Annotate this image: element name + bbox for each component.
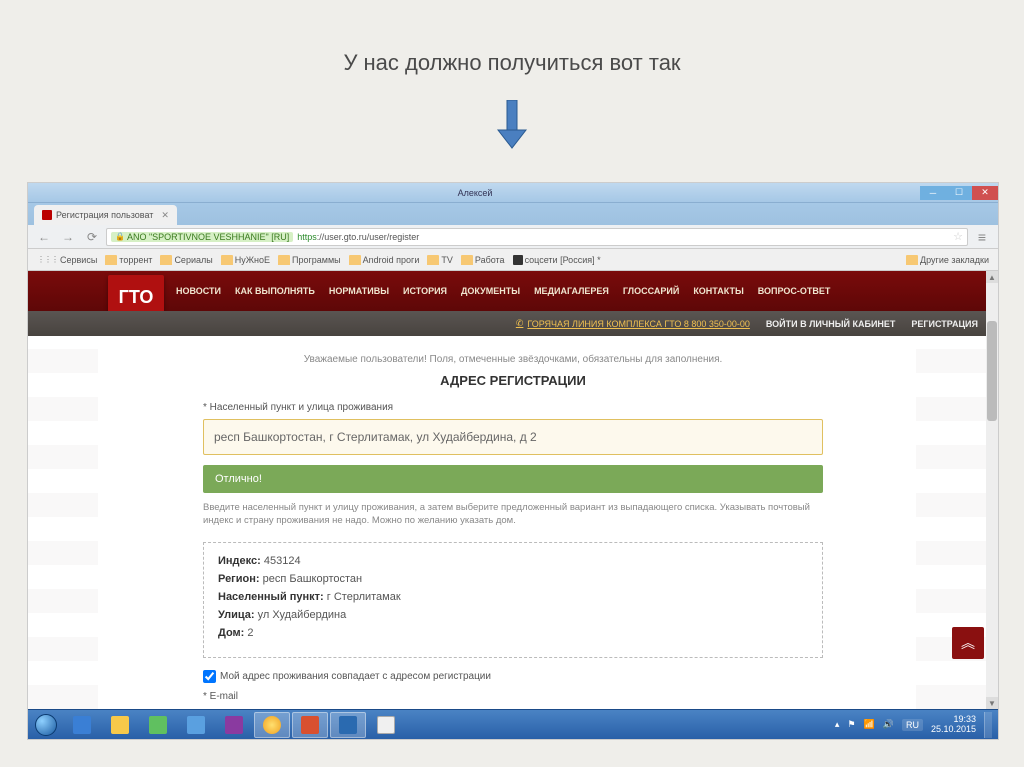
folder-icon — [461, 255, 473, 265]
folder-icon — [221, 255, 233, 265]
address-details: Индекс: 453124 Регион: респ Башкортостан… — [203, 542, 823, 658]
bookmark-star-icon[interactable]: ☆ — [953, 230, 963, 243]
windows-logo-icon — [35, 714, 57, 736]
forward-button[interactable]: → — [58, 227, 78, 247]
site-subheader: ✆ ГОРЯЧАЯ ЛИНИЯ КОМПЛЕКСА ГТО 8 800 350-… — [28, 311, 998, 336]
taskbar-app[interactable] — [102, 712, 138, 738]
scrollbar-thumb[interactable] — [987, 321, 997, 421]
folder-icon — [160, 255, 172, 265]
folder-icon — [105, 255, 117, 265]
taskbar-app[interactable] — [216, 712, 252, 738]
taskbar-app[interactable] — [64, 712, 100, 738]
address-input[interactable] — [203, 419, 823, 455]
tab-title: Регистрация пользоват — [56, 210, 153, 220]
window-user-label: Алексей — [458, 188, 493, 198]
registration-form: Уважаемые пользователи! Поля, отмеченные… — [203, 336, 823, 702]
login-link[interactable]: ВОЙТИ В ЛИЧНЫЙ КАБИНЕТ — [766, 319, 896, 329]
tray-flag-icon[interactable]: ⚑ — [847, 719, 855, 730]
site-header: ГТО НОВОСТИ КАК ВЫПОЛНЯТЬ НОРМАТИВЫ ИСТО… — [28, 271, 998, 311]
nav-link[interactable]: НОВОСТИ — [176, 286, 221, 296]
nav-link[interactable]: КАК ВЫПОЛНЯТЬ — [235, 286, 315, 296]
browser-toolbar: ← → ⟳ 🔒 ANO "SPORTIVNOE VESHHANIE" [RU] … — [28, 225, 998, 249]
system-tray: ▴ ⚑ 📶 🔊 RU 19:33 25.10.2015 — [835, 712, 996, 738]
back-button[interactable]: ← — [34, 227, 54, 247]
slide-caption: У нас должно получиться вот так — [0, 50, 1024, 76]
folder-icon — [349, 255, 361, 265]
page-viewport: ГТО НОВОСТИ КАК ВЫПОЛНЯТЬ НОРМАТИВЫ ИСТО… — [28, 271, 998, 709]
same-address-checkbox[interactable]: Мой адрес проживания совпадает с адресом… — [203, 670, 823, 683]
tab-close-icon[interactable]: ✕ — [161, 210, 169, 221]
browser-menu-button[interactable]: ≡ — [972, 227, 992, 247]
field-hint: Введите населенный пункт и улицу прожива… — [203, 501, 823, 528]
taskbar-app[interactable] — [368, 712, 404, 738]
down-arrow-icon — [496, 100, 528, 150]
ssl-org-name: ANO "SPORTIVNOE VESHHANIE" [RU] — [127, 232, 289, 242]
scrollbar-down-arrow-icon[interactable]: ▼ — [986, 697, 998, 709]
scrollbar-up-arrow-icon[interactable]: ▲ — [986, 271, 998, 283]
taskbar-app[interactable] — [330, 712, 366, 738]
email-field-label: * E-mail — [203, 691, 823, 702]
browser-tab-strip: Регистрация пользоват ✕ — [28, 203, 998, 225]
success-message: Отлично! — [203, 465, 823, 493]
bookmark-apps[interactable]: Сервисы — [34, 255, 100, 265]
register-link[interactable]: РЕГИСТРАЦИЯ — [911, 319, 978, 329]
form-section-title: АДРЕС РЕГИСТРАЦИИ — [203, 373, 823, 388]
taskbar-app[interactable] — [254, 712, 290, 738]
taskbar-app[interactable] — [292, 712, 328, 738]
nav-link[interactable]: ГЛОССАРИЙ — [623, 286, 679, 296]
url-text: https://user.gto.ru/user/register — [297, 232, 419, 242]
main-nav: НОВОСТИ КАК ВЫПОЛНЯТЬ НОРМАТИВЫ ИСТОРИЯ … — [176, 286, 830, 296]
nav-link[interactable]: НОРМАТИВЫ — [329, 286, 389, 296]
address-field-label: * Населенный пункт и улица проживания — [203, 402, 823, 413]
browser-screenshot: Алексей ─ ☐ ✕ Регистрация пользоват ✕ ← … — [27, 182, 999, 740]
folder-icon — [278, 255, 290, 265]
ssl-badge[interactable]: 🔒 ANO "SPORTIVNOE VESHHANIE" [RU] — [111, 232, 293, 242]
tray-clock[interactable]: 19:33 25.10.2015 — [931, 715, 976, 735]
taskbar-app[interactable] — [140, 712, 176, 738]
nav-link[interactable]: МЕДИАГАЛЕРЕЯ — [534, 286, 609, 296]
bookmark-item[interactable]: Программы — [275, 255, 344, 265]
nav-link[interactable]: ВОПРОС-ОТВЕТ — [758, 286, 831, 296]
bookmark-item[interactable]: Сериалы — [157, 255, 215, 265]
reload-button[interactable]: ⟳ — [82, 227, 102, 247]
nav-link[interactable]: ИСТОРИЯ — [403, 286, 447, 296]
bookmarks-bar: Сервисы торрент Сериалы НуЖноЕ Программы… — [28, 249, 998, 271]
bookmark-item[interactable]: торрент — [102, 255, 155, 265]
tray-chevron-icon[interactable]: ▴ — [835, 719, 840, 730]
window-minimize-button[interactable]: ─ — [920, 186, 946, 200]
language-indicator[interactable]: RU — [902, 719, 923, 731]
bookmark-item[interactable]: Android проги — [346, 255, 423, 265]
window-maximize-button[interactable]: ☐ — [946, 186, 972, 200]
tray-volume-icon[interactable]: 🔊 — [883, 719, 894, 730]
nav-link[interactable]: ДОКУМЕНТЫ — [461, 286, 520, 296]
bookmark-item[interactable]: Работа — [458, 255, 508, 265]
start-button[interactable] — [30, 712, 62, 738]
same-address-label: Мой адрес проживания совпадает с адресом… — [220, 671, 491, 682]
window-close-button[interactable]: ✕ — [972, 186, 998, 200]
bookmark-item[interactable]: НуЖноЕ — [218, 255, 273, 265]
windows-taskbar: ▴ ⚑ 📶 🔊 RU 19:33 25.10.2015 — [28, 709, 998, 739]
chevron-up-icon: ︽ — [961, 633, 975, 653]
nav-link[interactable]: КОНТАКТЫ — [693, 286, 743, 296]
address-bar[interactable]: 🔒 ANO "SPORTIVNOE VESHHANIE" [RU] https:… — [106, 228, 968, 246]
form-notice: Уважаемые пользователи! Поля, отмеченные… — [203, 354, 823, 365]
lock-icon: 🔒 — [115, 232, 125, 241]
page-scrollbar[interactable]: ▲ ▼ — [986, 271, 998, 709]
bookmark-item[interactable]: соцсети [Россия] * — [510, 255, 604, 265]
folder-icon — [427, 255, 439, 265]
browser-tab[interactable]: Регистрация пользоват ✕ — [34, 205, 177, 225]
taskbar-app[interactable] — [178, 712, 214, 738]
show-desktop-button[interactable] — [984, 712, 992, 738]
scroll-to-top-button[interactable]: ︽ — [952, 627, 984, 659]
folder-icon — [906, 255, 918, 265]
phone-icon: ✆ — [516, 318, 524, 329]
favicon-icon — [42, 210, 52, 220]
window-titlebar: Алексей ─ ☐ ✕ — [28, 183, 998, 203]
bookmark-item[interactable]: TV — [424, 255, 456, 265]
same-address-checkbox-input[interactable] — [203, 670, 216, 683]
bookmark-other[interactable]: Другие закладки — [903, 255, 992, 265]
tray-network-icon[interactable]: 📶 — [864, 719, 875, 730]
hotline-link[interactable]: ✆ ГОРЯЧАЯ ЛИНИЯ КОМПЛЕКСА ГТО 8 800 350-… — [516, 318, 750, 329]
